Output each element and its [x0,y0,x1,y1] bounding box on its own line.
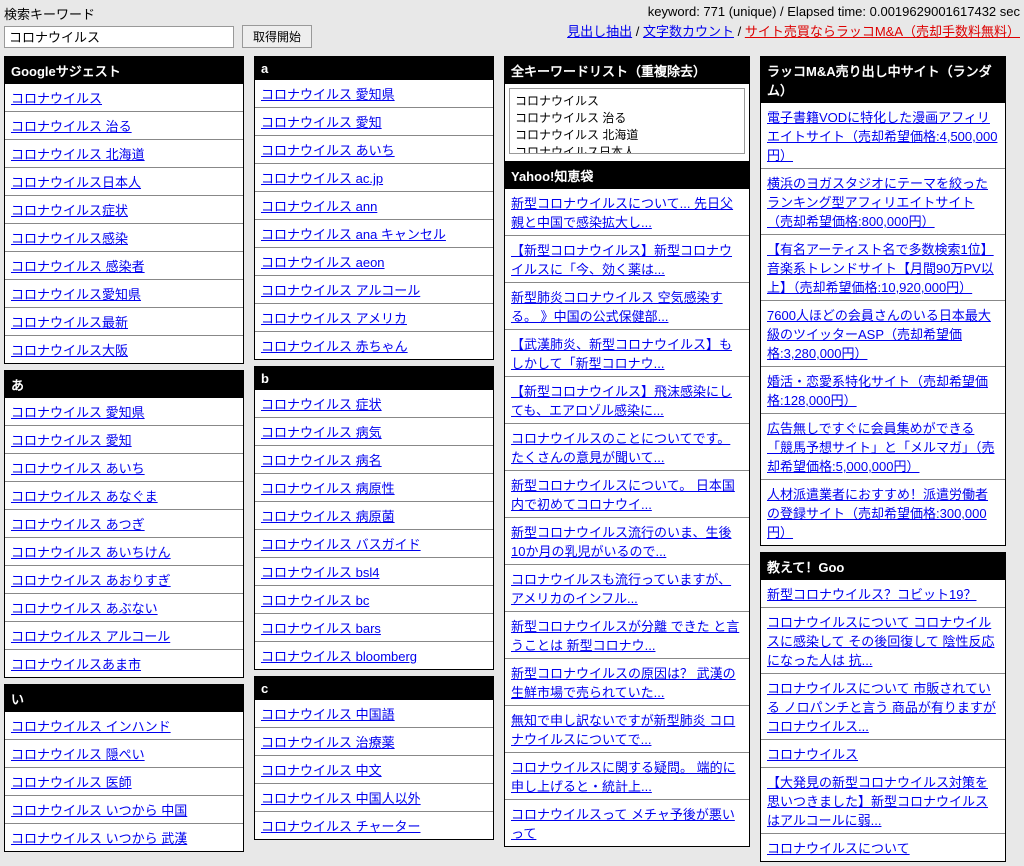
goo-header: 教えて！Goo [761,553,1005,580]
yahoo-link[interactable]: 【武漢肺炎、新型コロナウイルス】もしかして「新型コロナウ... [511,337,732,371]
yahoo-link[interactable]: 新型コロナウイルスが分離 できた と言うことは 新型コロナウ... [511,619,739,653]
suggest-link[interactable]: コロナウイルス感染 [11,231,128,246]
yahoo-link[interactable]: コロナウイルスって メチャ予後が悪いって [511,807,735,841]
suggest-link[interactable]: コロナウイルス愛知県 [11,287,141,302]
suggest-link[interactable]: コロナウイルス インハンド [11,719,171,734]
goo-link[interactable]: コロナウイルスについて [767,841,910,856]
suggest-link[interactable]: コロナウイルス あおりすぎ [11,573,171,588]
rakko-link[interactable]: 人材派遣業者におすすめ！派遣労働者の登録サイト（売却希望価格:300,000円） [767,487,988,540]
rakko-link[interactable]: 【有名アーティスト名で多数検索1位】音楽系トレンドサイト【月間90万PV以上】（… [767,242,994,295]
suggest-header: Googleサジェスト [5,57,243,84]
rakko-link[interactable]: 7600人ほどの会員さんのいる日本最大級のツイッターASP（売却希望価格:3,2… [767,308,991,361]
suggest-link[interactable]: コロナウイルス 愛知県 [11,405,145,420]
suggest-link[interactable]: コロナウイルス あいち [11,461,145,476]
alpha-link[interactable]: コロナウイルス bloomberg [261,649,417,664]
suggest-link[interactable]: コロナウイルス あぶない [11,601,158,616]
rakko-link[interactable]: 婚活・恋愛系特化サイト（売却希望価格:128,000円） [767,374,988,408]
link-midashi[interactable]: 見出し抽出 [567,24,632,39]
all-keywords-textarea[interactable] [509,88,745,154]
goo-link[interactable]: コロナウイルスについて 市販されている ノロパンチと言う 商品が有りますが コロ… [767,681,996,734]
alpha-link[interactable]: コロナウイルス 病原菌 [261,509,395,524]
suggest-link[interactable]: コロナウイルス あなぐま [11,489,158,504]
yahoo-link[interactable]: 新型コロナウイルスについて。 日本国内で初めてコロナウイ... [511,478,735,512]
alpha-link[interactable]: コロナウイルス 病原性 [261,481,395,496]
stats-text: keyword: 771 (unique) / Elapsed time: 0.… [567,4,1020,19]
alpha-link[interactable]: コロナウイルス チャーター [261,819,420,834]
yahoo-link[interactable]: 新型コロナウイルスについて... 先日父親と中国で感染拡大し... [511,196,733,230]
alpha-link[interactable]: コロナウイルス aeon [261,255,385,270]
yahoo-link[interactable]: コロナウイルスに関する疑問。 端的に申し上げると・統計上... [511,760,736,794]
alpha-header: b [255,367,493,390]
yahoo-link[interactable]: 【新型コロナウイルス】新型コロナウイルスに「今、効く薬は... [511,243,732,277]
alpha-link[interactable]: コロナウイルス あいち [261,143,395,158]
suggest-link[interactable]: コロナウイルス 治る [11,119,132,134]
goo-link[interactable]: 新型コロナウイルス？コビット19？ [767,587,976,602]
search-input[interactable] [4,26,234,48]
all-keywords-header: 全キーワードリスト（重複除去） [505,57,749,84]
rakko-link[interactable]: 電子書籍VODに特化した漫画アフィリエイトサイト（売却希望価格:4,500,00… [767,110,997,163]
suggest-link[interactable]: コロナウイルス あつぎ [11,517,145,532]
yahoo-link[interactable]: コロナウイルスのことについてです。 たくさんの意見が聞いて... [511,431,730,465]
alpha-link[interactable]: コロナウイルス 症状 [261,397,382,412]
yahoo-link[interactable]: 新型肺炎コロナウイルス 空気感染する。 》中国の公式保健部... [511,290,723,324]
goo-link[interactable]: コロナウイルス [767,747,858,762]
alpha-header: c [255,677,493,700]
alpha-link[interactable]: コロナウイルス バスガイド [261,537,421,552]
suggest-header: あ [5,371,243,398]
yahoo-link[interactable]: 新型コロナウイルスの原因は？ 武漢の生鮮市場で売られていた... [511,666,736,700]
column-3: 全キーワードリスト（重複除去） Yahoo!知恵袋新型コロナウイルスについて...… [504,56,750,862]
yahoo-link[interactable]: 無知で申し訳ないですが新型肺炎 コロナウイルスについてで... [511,713,735,747]
alpha-link[interactable]: コロナウイルス bc [261,593,369,608]
alpha-header: a [255,57,493,80]
link-mojisu[interactable]: 文字数カウント [643,24,734,39]
suggest-link[interactable]: コロナウイルス あいちけん [11,545,171,560]
suggest-link[interactable]: コロナウイルス いつから 武漢 [11,831,187,846]
suggest-link[interactable]: コロナウイルス大阪 [11,343,128,358]
column-4: ラッコM&A売り出し中サイト（ランダム） 電子書籍VODに特化した漫画アフィリエイ… [760,56,1006,862]
link-rakko[interactable]: サイト売買ならラッコM&A（売却手数料無料） [745,24,1020,39]
suggest-link[interactable]: コロナウイルス アルコール [11,629,170,644]
rakko-link[interactable]: 横浜のヨガスタジオにテーマを絞ったランキング型アフィリエイトサイト（売却希望価格… [767,176,988,229]
yahoo-header: Yahoo!知恵袋 [505,161,749,189]
suggest-link[interactable]: コロナウイルスあま市 [11,657,141,672]
suggest-link[interactable]: コロナウイルス 医師 [11,775,132,790]
alpha-link[interactable]: コロナウイルス アメリカ [261,311,407,326]
alpha-link[interactable]: コロナウイルス 中国人以外 [261,791,421,806]
alpha-link[interactable]: コロナウイルス bsl4 [261,565,379,580]
alpha-link[interactable]: コロナウイルス 愛知 [261,115,382,130]
fetch-button[interactable]: 取得開始 [242,25,312,48]
alpha-link[interactable]: コロナウイルス 治療薬 [261,735,395,750]
yahoo-link[interactable]: 【新型コロナウイルス】飛沫感染にしても、エアロゾル感染に... [511,384,732,418]
alpha-link[interactable]: コロナウイルス ac.jp [261,171,383,186]
suggest-header: い [5,685,243,712]
suggest-link[interactable]: コロナウイルス日本人 [11,175,141,190]
suggest-link[interactable]: コロナウイルス 愛知 [11,433,132,448]
suggest-link[interactable]: コロナウイルス 北海道 [11,147,145,162]
alpha-link[interactable]: コロナウイルス アルコール [261,283,420,298]
yahoo-link[interactable]: コロナウイルスも流行っていますが、アメリカのインフル... [511,572,731,606]
goo-link[interactable]: コロナウイルスについて コロナウイルスに感染して その後回復して 陰性反応になっ… [767,615,994,668]
column-1: Googleサジェストコロナウイルスコロナウイルス 治るコロナウイルス 北海道コ… [4,56,244,862]
suggest-link[interactable]: コロナウイルス症状 [11,203,128,218]
goo-link[interactable]: 【大発見の新型コロナウイルス対策を思いつきました】新型コロナウイルスはアルコール… [767,775,988,828]
alpha-link[interactable]: コロナウイルス 中文 [261,763,382,778]
suggest-link[interactable]: コロナウイルス 隠ぺい [11,747,145,762]
alpha-link[interactable]: コロナウイルス 病名 [261,453,382,468]
alpha-link[interactable]: コロナウイルス 愛知県 [261,87,395,102]
alpha-link[interactable]: コロナウイルス bars [261,621,381,636]
alpha-link[interactable]: コロナウイルス ann [261,199,377,214]
rakko-header: ラッコM&A売り出し中サイト（ランダム） [761,57,1005,103]
alpha-link[interactable]: コロナウイルス 赤ちゃん [261,339,408,354]
alpha-link[interactable]: コロナウイルス 病気 [261,425,382,440]
column-2: aコロナウイルス 愛知県コロナウイルス 愛知コロナウイルス あいちコロナウイルス… [254,56,494,862]
alpha-link[interactable]: コロナウイルス 中国語 [261,707,395,722]
suggest-link[interactable]: コロナウイルス [11,91,102,106]
suggest-link[interactable]: コロナウイルス 感染者 [11,259,145,274]
search-label: 検索キーワード [4,4,312,23]
yahoo-link[interactable]: 新型コロナウイルス流行のいま、生後10か月の乳児がいるので... [511,525,731,559]
alpha-link[interactable]: コロナウイルス ana キャンセル [261,227,446,242]
suggest-link[interactable]: コロナウイルス いつから 中国 [11,803,187,818]
suggest-link[interactable]: コロナウイルス最新 [11,315,128,330]
rakko-link[interactable]: 広告無しですぐに会員集めができる「競馬予想サイト」と「メルマガ」（売却希望価格:… [767,421,995,474]
